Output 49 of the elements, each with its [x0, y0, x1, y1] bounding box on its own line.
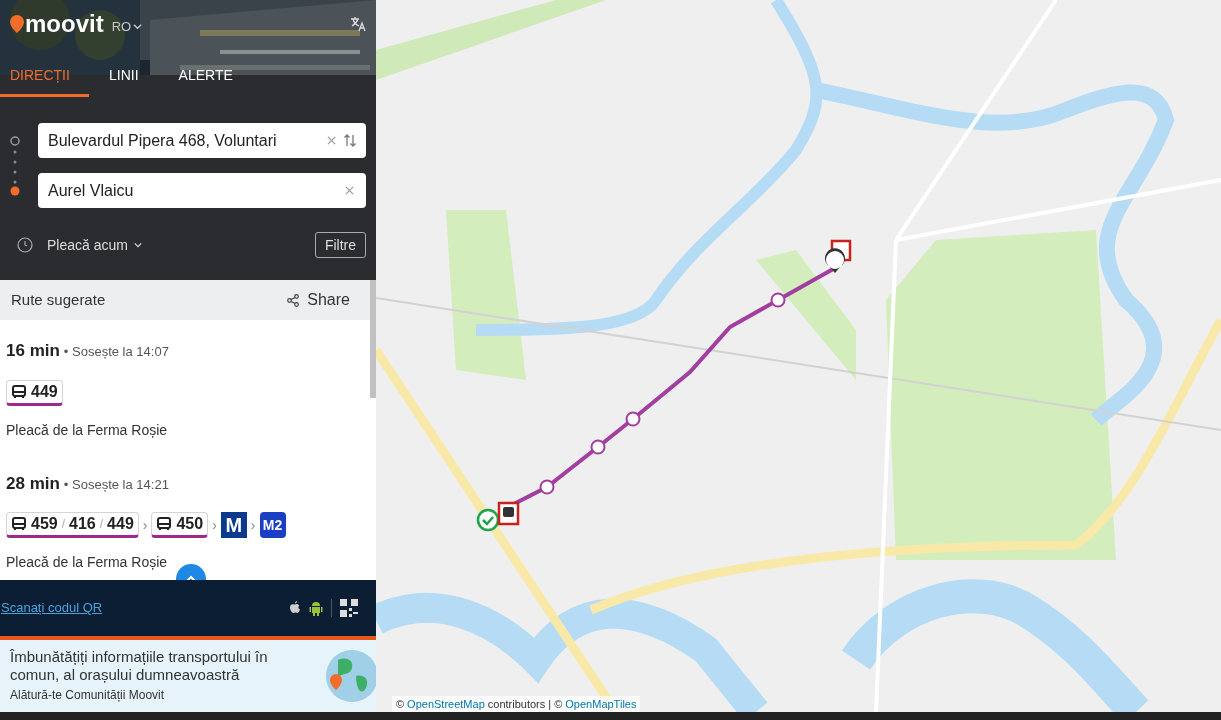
swap-icon[interactable]	[344, 134, 356, 147]
attribution-text: ©	[396, 696, 405, 712]
metro-logo: M	[220, 512, 247, 538]
bus-icon	[156, 516, 173, 532]
clear-icon[interactable]	[345, 186, 354, 195]
attribution-link[interactable]: OpenMapTiles	[565, 695, 637, 712]
community-banner[interactable]: Îmbunătățiți informațiile transportului în comun, al orașului dumneavoastră Alătură-te Comunității Moovit	[0, 640, 376, 712]
clear-icon[interactable]	[327, 136, 336, 145]
departure-stop: Pleacă de la Ferma Roșie	[6, 420, 168, 440]
bus-icon	[11, 516, 27, 532]
attribution-text: contributors | ©	[487, 696, 563, 712]
routes-title: Rute sugerate	[11, 289, 106, 310]
filter-button[interactable]: Filtre	[314, 232, 366, 258]
line-number: 416	[69, 514, 96, 534]
route-duration: 16 min	[6, 340, 60, 362]
arrival-time: • Sosește la 14:21	[63, 475, 169, 494]
share-button[interactable]: Share	[287, 288, 350, 312]
line-separator: /	[61, 516, 66, 533]
leg-separator: ›	[250, 515, 256, 535]
bus-icon	[11, 383, 27, 400]
line-separator: /	[99, 516, 104, 533]
route-option[interactable]: 28 min • Sosește la 14:21 459 / 416 / 449 › 450 › M › M2 Pleacă de la Ferma Roșie	[6, 470, 370, 573]
qr-code-link[interactable]: Scanați codul QR	[1, 598, 103, 618]
line-number: 449	[107, 514, 134, 534]
origin-field[interactable]: Bulevardul Pipera 468, Voluntari	[38, 123, 366, 158]
chevron-down-icon	[133, 241, 142, 249]
apple-icon[interactable]	[289, 601, 301, 615]
departure-stop: Pleacă de la Ferma Roșie	[6, 553, 168, 572]
leg-separator: ›	[142, 515, 148, 535]
route-duration: 28 min	[6, 472, 60, 495]
destination-field[interactable]: Aurel Vlaicu	[38, 173, 366, 208]
qr-code-icon[interactable]	[340, 599, 358, 617]
arrival-time: • Sosește la 14:07	[63, 343, 169, 361]
departure-time-dropdown[interactable]: Pleacă acum	[47, 234, 142, 256]
destination-value: Aurel Vlaicu	[48, 180, 135, 201]
banner-subtitle: Alătură-te Comunității Moovit	[10, 687, 166, 704]
android-icon[interactable]	[309, 600, 323, 616]
line-number: 459	[31, 514, 58, 534]
share-icon	[287, 293, 300, 307]
route-option[interactable]: 16 min • Sosește la 14:07 449 Pleacă de la Ferma Roșie	[6, 338, 370, 441]
route-dots-icon	[10, 135, 20, 196]
leg-separator: ›	[212, 515, 217, 535]
line-number: 450	[176, 514, 204, 534]
origin-value: Bulevardul Pipera 468, Voluntari	[48, 130, 278, 151]
line-number: 449	[31, 381, 58, 402]
banner-title: Îmbunătățiți informațiile transportului în comun, al orașului dumneavoastră	[10, 648, 269, 684]
attribution-link[interactable]: OpenStreetMap	[407, 695, 485, 712]
metro-line-badge: M2	[259, 512, 286, 538]
clock-icon	[17, 237, 33, 253]
